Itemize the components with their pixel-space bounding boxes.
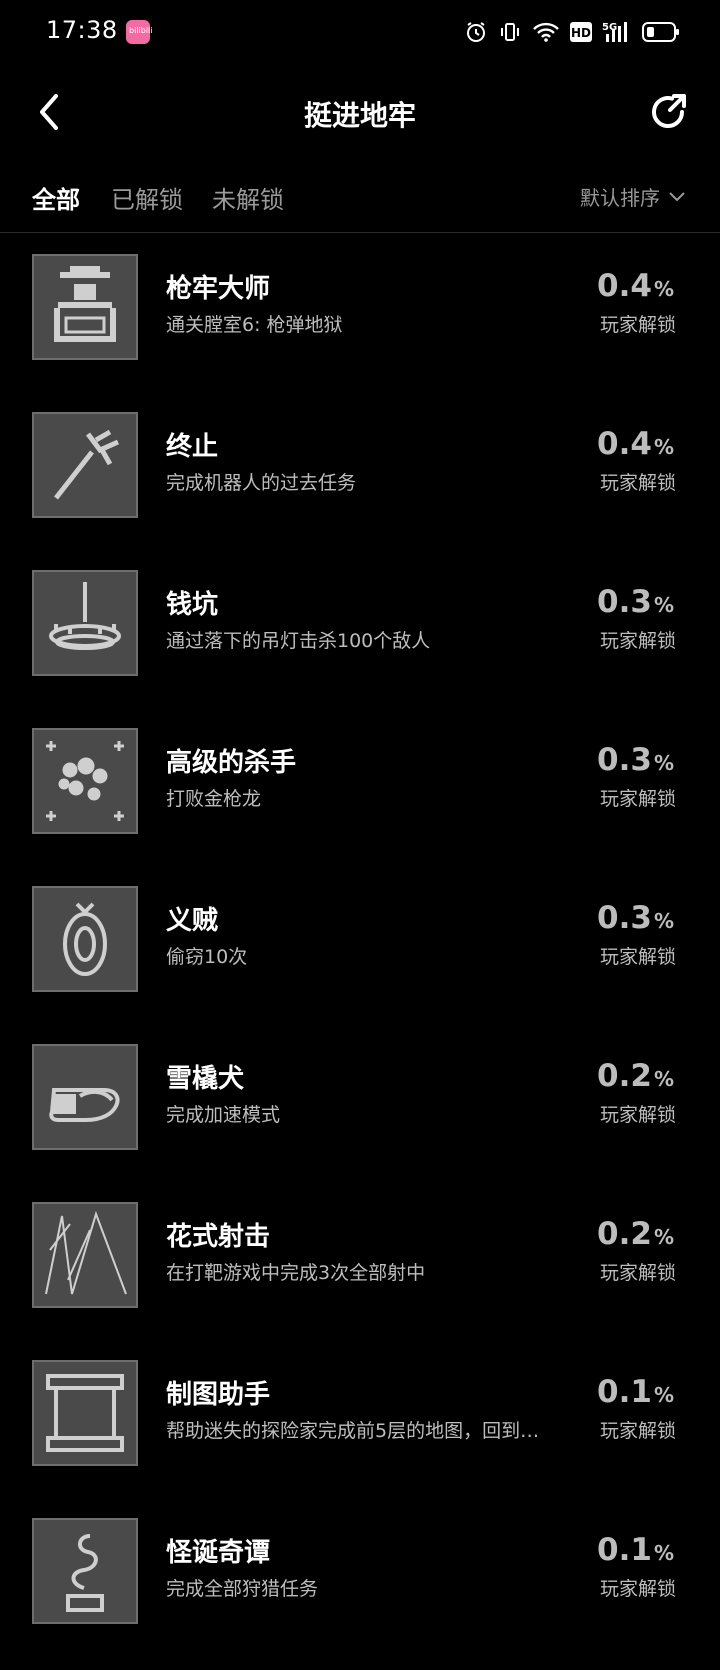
achievement-title: 怪诞奇谭	[166, 1538, 271, 1568]
percent-value: 0.1	[597, 1374, 652, 1410]
signal-5g-icon: 5G	[602, 20, 632, 44]
percent-value: 0.3	[597, 742, 652, 778]
wifi-icon	[532, 20, 560, 44]
unlock-percent-label: 玩家解锁	[599, 1104, 676, 1126]
achievement-desc: 在打靶游戏中完成3次全部射中	[166, 1262, 426, 1284]
achievement-title: 终止	[166, 432, 219, 462]
percent-sign: %	[653, 1541, 674, 1565]
percent-value: 0.3	[597, 900, 652, 936]
achievement-title: 制图助手	[166, 1380, 271, 1410]
app-badge-label: bilibili	[129, 26, 153, 35]
achievement-desc: 帮助迷失的探险家完成前5层的地图，回到…	[166, 1420, 540, 1442]
achievement-row[interactable]: 怪诞奇谭 完成全部狩猎任务 0.1% 玩家解锁	[0, 1512, 720, 1670]
percent-sign: %	[653, 1383, 674, 1407]
percent-sign: %	[653, 1225, 674, 1249]
achievement-title: 义贼	[166, 906, 219, 936]
achievement-title: 枪牢大师	[166, 274, 271, 304]
unlock-percent: 0.3%	[597, 900, 674, 936]
achievement-row[interactable]: 高级的杀手 打败金枪龙 0.3% 玩家解锁	[0, 722, 720, 880]
achievement-row[interactable]: 花式射击 在打靶游戏中完成3次全部射中 0.2% 玩家解锁	[0, 1196, 720, 1354]
achievement-title: 花式射击	[166, 1222, 271, 1252]
share-button[interactable]	[646, 90, 690, 134]
percent-sign: %	[653, 593, 674, 617]
achievement-desc: 完成全部狩猎任务	[166, 1578, 319, 1600]
unlock-percent-label: 玩家解锁	[599, 314, 676, 336]
unlock-percent-label: 玩家解锁	[599, 1578, 676, 1600]
share-icon	[652, 94, 686, 128]
mirror-icon	[32, 886, 138, 992]
achievement-desc: 通过落下的吊灯击杀100个敌人	[166, 630, 431, 652]
unlock-percent-label: 玩家解锁	[599, 946, 676, 968]
navigation-bar: 挺进地牢	[0, 74, 720, 150]
chandelier-icon	[32, 570, 138, 676]
unlock-percent: 0.3%	[597, 742, 674, 778]
percent-value: 0.3	[597, 584, 652, 620]
achievement-title: 雪橇犬	[166, 1064, 245, 1094]
scroll-map-icon	[32, 1360, 138, 1466]
sled-icon	[32, 1044, 138, 1150]
divider	[0, 232, 720, 233]
unlock-percent: 0.1%	[597, 1374, 674, 1410]
percent-value: 0.1	[597, 1532, 652, 1568]
percent-sign: %	[653, 277, 674, 301]
bilibili-app-icon: bilibili	[126, 20, 153, 44]
unlock-percent: 0.4%	[597, 426, 674, 462]
serpent-icon	[32, 1518, 138, 1624]
tab-all[interactable]: 全部	[32, 180, 80, 215]
hd-label: HD	[571, 26, 591, 40]
tab-locked[interactable]: 未解锁	[212, 180, 284, 215]
unlock-percent: 0.2%	[597, 1216, 674, 1252]
robot-arm-icon	[32, 412, 138, 518]
filter-tabs: 全部 已解锁 未解锁 默认排序	[0, 168, 720, 232]
unlock-percent-label: 玩家解锁	[599, 472, 676, 494]
percent-sign: %	[653, 909, 674, 933]
achievement-title: 高级的杀手	[166, 748, 297, 778]
achievement-row[interactable]: 枪牢大师 通关膛室6: 枪弹地狱 0.4% 玩家解锁	[0, 248, 720, 406]
unlock-percent: 0.1%	[597, 1532, 674, 1568]
achievement-row[interactable]: 终止 完成机器人的过去任务 0.4% 玩家解锁	[0, 406, 720, 564]
unlock-percent: 0.4%	[597, 268, 674, 304]
unlock-percent-label: 玩家解锁	[599, 630, 676, 652]
status-bar: 17:38 bilibili HD 5G	[0, 0, 720, 64]
percent-sign: %	[653, 751, 674, 775]
unlock-percent-label: 玩家解锁	[599, 1420, 676, 1442]
sort-label: 默认排序	[580, 186, 660, 210]
percent-value: 0.2	[597, 1058, 652, 1094]
battery-icon	[642, 21, 680, 43]
gundead-chest-icon	[32, 254, 138, 360]
unlock-percent: 0.3%	[597, 584, 674, 620]
achievement-desc: 完成加速模式	[166, 1104, 281, 1126]
percent-sign: %	[653, 1067, 674, 1091]
percent-value: 0.4	[597, 426, 652, 462]
unlock-percent-label: 玩家解锁	[599, 1262, 676, 1284]
alarm-icon	[464, 20, 488, 44]
achievement-row[interactable]: 雪橇犬 完成加速模式 0.2% 玩家解锁	[0, 1038, 720, 1196]
achievement-list: 枪牢大师 通关膛室6: 枪弹地狱 0.4% 玩家解锁 终止 完成机器人的过去任务…	[0, 248, 720, 1670]
achievement-desc: 完成机器人的过去任务	[166, 472, 357, 494]
status-icons: HD 5G	[464, 18, 680, 46]
sort-dropdown[interactable]: 默认排序	[580, 182, 686, 211]
hd-icon: HD	[570, 22, 592, 42]
achievement-row[interactable]: 制图助手 帮助迷失的探险家完成前5层的地图，回到… 0.1% 玩家解锁	[0, 1354, 720, 1512]
unlock-percent: 0.2%	[597, 1058, 674, 1094]
tab-unlocked[interactable]: 已解锁	[111, 180, 183, 215]
achievement-desc: 偷窃10次	[166, 946, 248, 968]
achievement-desc: 打败金枪龙	[166, 788, 262, 810]
dragon-skull-icon	[32, 728, 138, 834]
percent-sign: %	[653, 435, 674, 459]
achievement-row[interactable]: 义贼 偷窃10次 0.3% 玩家解锁	[0, 880, 720, 1038]
status-time: 17:38	[46, 16, 118, 44]
percent-value: 0.2	[597, 1216, 652, 1252]
achievement-row[interactable]: 钱坑 通过落下的吊灯击杀100个敌人 0.3% 玩家解锁	[0, 564, 720, 722]
trick-shot-icon	[32, 1202, 138, 1308]
percent-value: 0.4	[597, 268, 652, 304]
unlock-percent-label: 玩家解锁	[599, 788, 676, 810]
chevron-down-icon	[669, 191, 685, 201]
vibrate-icon	[498, 20, 522, 44]
page-title: 挺进地牢	[303, 99, 416, 132]
achievement-title: 钱坑	[166, 590, 219, 620]
achievement-desc: 通关膛室6: 枪弹地狱	[166, 314, 343, 336]
